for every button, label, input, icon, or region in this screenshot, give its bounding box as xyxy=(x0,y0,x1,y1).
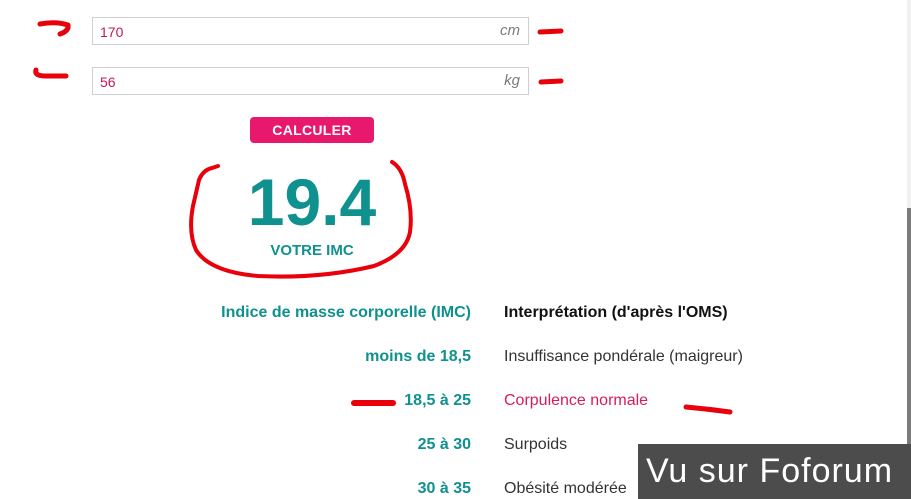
row-interpretation: Obésité modérée xyxy=(504,480,627,497)
bmi-result-value: 19.4 xyxy=(247,165,377,239)
bmi-result-label: VOTRE IMC xyxy=(270,242,354,259)
weight-unit: kg xyxy=(504,72,520,89)
row-range: moins de 18,5 xyxy=(365,348,471,365)
weight-field[interactable]: 56 kg xyxy=(92,67,529,95)
table-row: moins de 18,5 Insuffisance pondérale (ma… xyxy=(0,348,911,370)
row-interpretation: Insuffisance pondérale (maigreur) xyxy=(504,348,743,365)
row-interpretation: Surpoids xyxy=(504,436,568,453)
table-row-highlighted: 18,5 à 25 Corpulence normale xyxy=(0,392,911,414)
row-range: 25 à 30 xyxy=(417,436,471,453)
height-field[interactable]: 170 cm xyxy=(92,17,529,45)
header-interpretation: Interprétation (d'après l'OMS) xyxy=(504,304,728,321)
annotation-mark-weight-left xyxy=(33,67,69,79)
watermark-banner: Vu sur Foforum xyxy=(638,444,911,499)
height-unit: cm xyxy=(500,22,520,39)
bmi-calculator-page: 170 cm 56 kg CALCULER 19.4 VOTRE IMC Ind… xyxy=(0,0,911,499)
row-range: 30 à 35 xyxy=(417,480,471,497)
row-range: 18,5 à 25 xyxy=(404,392,471,409)
height-value: 170 xyxy=(100,24,124,40)
annotation-mark-weight-right xyxy=(538,78,564,85)
table-header-row: Indice de masse corporelle (IMC) Interpr… xyxy=(0,304,911,326)
calculate-button[interactable]: CALCULER xyxy=(250,117,374,143)
annotation-mark-height-left xyxy=(37,20,71,37)
header-bmi: Indice de masse corporelle (IMC) xyxy=(221,304,471,321)
annotation-mark-height-right xyxy=(537,28,564,35)
weight-value: 56 xyxy=(100,74,116,90)
row-interpretation: Corpulence normale xyxy=(504,392,649,409)
